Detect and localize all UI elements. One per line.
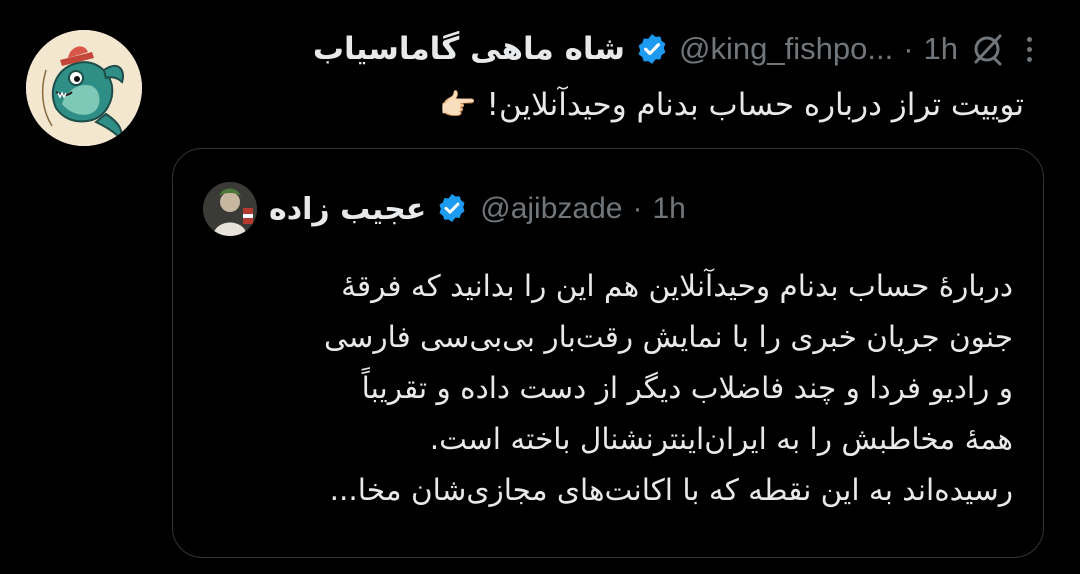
verified-badge-icon [635, 32, 669, 66]
quoted-timestamp[interactable]: 1h [652, 192, 685, 226]
author-display-name[interactable]: شاه ماهی گاماسیاب [313, 31, 625, 67]
quoted-text-line: دربارهٔ حساب بدنام وحیدآنلاین هم این را … [341, 269, 1013, 303]
tweet-header: شاه ماهی گاماسیاب @king_fishpo... · 1h [170, 22, 1032, 76]
quoted-text-line: و رادیو فردا و چند فاضلاب دیگر از دست دا… [361, 371, 1013, 405]
pointing-hand-emoji: 👉🏻 [439, 88, 477, 123]
author-handle[interactable]: @king_fishpo... [679, 31, 893, 67]
quoted-tweet[interactable]: عجیب زاده @ajibzade · 1h دربارهٔ حساب بد… [172, 148, 1044, 558]
tweet[interactable]: شاه ماهی گاماسیاب @king_fishpo... · 1h ت… [0, 0, 1080, 574]
tweet-text: توییت تراز درباره حساب بدنام وحیدآنلاین!… [170, 80, 1024, 131]
more-options-icon[interactable] [1014, 32, 1044, 66]
separator-dot: · [632, 192, 643, 225]
tweet-body-text: توییت تراز درباره حساب بدنام وحیدآنلاین! [486, 87, 1024, 123]
timestamp[interactable]: 1h [924, 31, 958, 67]
cartoon-fish-avatar[interactable] [26, 30, 142, 146]
fish-avatar-icon [26, 30, 142, 146]
quoted-text-line: جنون جریان خبری را با نمایش رقت‌بار بی‌ب… [324, 320, 1013, 354]
profile-photo-avatar[interactable] [203, 182, 257, 236]
quoted-text-line: همهٔ مخاطبش را به ایران‌اینترنشنال باخته… [429, 422, 1013, 456]
verified-badge-icon [436, 192, 470, 226]
quoted-author-handle[interactable]: @ajibzade [480, 192, 622, 226]
separator-dot: · [903, 31, 914, 66]
quoted-text-line: رسیده‌اند به این نقطه که با اکانت‌های مج… [329, 473, 1013, 507]
grok-icon[interactable] [970, 32, 1004, 66]
quoted-tweet-header: عجیب زاده @ajibzade · 1h [203, 179, 686, 239]
quoted-author-display-name[interactable]: عجیب زاده [269, 192, 426, 227]
quoted-tweet-text: دربارهٔ حساب بدنام وحیدآنلاین هم این را … [203, 261, 1013, 516]
